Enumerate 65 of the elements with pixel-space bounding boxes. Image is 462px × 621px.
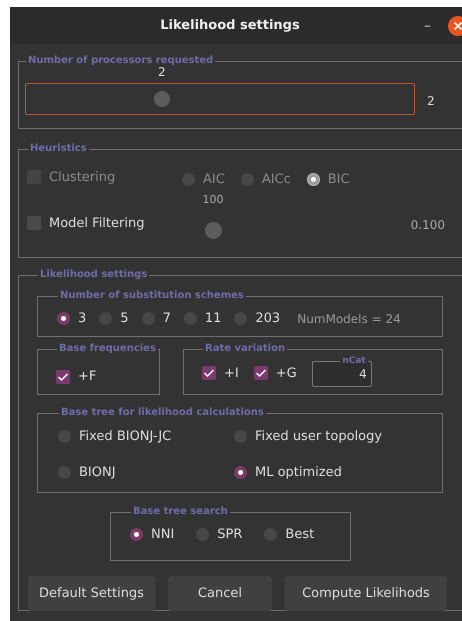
dialog-button[interactable]: Cancel [168, 576, 272, 611]
option-label: Best [285, 527, 314, 542]
slider-value-label: 2 [158, 65, 166, 79]
checkbox-option[interactable]: +F [56, 369, 96, 384]
group-legend: Likelihood settings [38, 269, 150, 281]
group-legend: Base frequencies [57, 343, 158, 355]
radio-icon[interactable] [234, 466, 247, 479]
group-legend: Rate variation [203, 343, 288, 355]
option-label: BIONJ [79, 465, 116, 480]
group-legend: Number of processors requested [26, 55, 216, 67]
option-label: 5 [120, 311, 129, 326]
option-label: 203 [255, 311, 280, 326]
slider-value-label: 100 [202, 193, 224, 206]
option-label: 7 [162, 311, 171, 326]
option-label: Fixed BIONJ-JC [79, 429, 172, 444]
option-label: BIC [328, 172, 350, 186]
radio-option[interactable]: 11 [184, 311, 222, 326]
radio-option[interactable]: Best [264, 527, 314, 542]
minimize-button[interactable]: – [420, 18, 435, 34]
field-label: nCat [341, 355, 367, 367]
radio-icon[interactable] [130, 528, 143, 541]
option-label: +I [224, 366, 239, 380]
slider-value: 2 [427, 94, 435, 108]
radio-option[interactable]: 7 [142, 311, 171, 326]
slider-thumb[interactable] [205, 222, 222, 239]
option-label: 3 [78, 311, 86, 326]
group-legend: Base tree for likelihood calculations [59, 407, 266, 419]
radio-icon[interactable] [57, 312, 70, 325]
checkbox[interactable] [202, 366, 216, 380]
option-label: Fixed user topology [255, 429, 382, 444]
checkbox-option[interactable]: Model Filtering [27, 216, 144, 231]
option-label: 11 [204, 311, 222, 326]
option-label: AICc [262, 172, 291, 186]
window-title: Likelihood settings [159, 18, 301, 33]
ncat-field[interactable]: nCat 4 [312, 355, 372, 387]
radio-option[interactable]: Fixed user topology [234, 429, 442, 444]
option-label: Clustering [49, 170, 116, 185]
slider-value: 0.100 [410, 218, 445, 232]
radio-option[interactable]: BIONJ [58, 465, 234, 480]
radio-option[interactable]: SPR [196, 527, 242, 542]
option-label: NNI [151, 527, 174, 542]
model-count: NumModels = 24 [297, 312, 401, 326]
dialog-button[interactable]: Compute Likelihods [284, 576, 447, 611]
checkbox[interactable] [56, 370, 70, 384]
group-legend: Heuristics [28, 143, 89, 155]
group-legend: Base tree search [131, 506, 230, 518]
radio-option[interactable]: NNI [130, 527, 174, 542]
option-label: +G [276, 366, 297, 380]
checkbox-option[interactable]: +I [202, 366, 239, 380]
option-label: AIC [203, 172, 225, 186]
group-legend: Number of substitution schemes [58, 290, 246, 302]
option-label: Model Filtering [49, 216, 144, 231]
radio-option[interactable]: ML optimized [234, 465, 442, 480]
checkbox-option[interactable]: +G [254, 366, 297, 380]
option-label: +F [78, 369, 96, 384]
slider-thumb[interactable] [154, 91, 170, 107]
option-label: ML optimized [255, 465, 342, 480]
radio-option[interactable]: 5 [99, 311, 129, 326]
checkbox[interactable] [254, 366, 268, 380]
radio-option[interactable]: 203 [234, 311, 280, 326]
dialog-button[interactable]: Default Settings [28, 576, 155, 611]
field-value: 4 [359, 367, 367, 381]
option-label: SPR [217, 527, 242, 542]
radio-option[interactable]: 3 [57, 311, 86, 326]
radio-option[interactable]: Fixed BIONJ-JC [58, 429, 234, 444]
